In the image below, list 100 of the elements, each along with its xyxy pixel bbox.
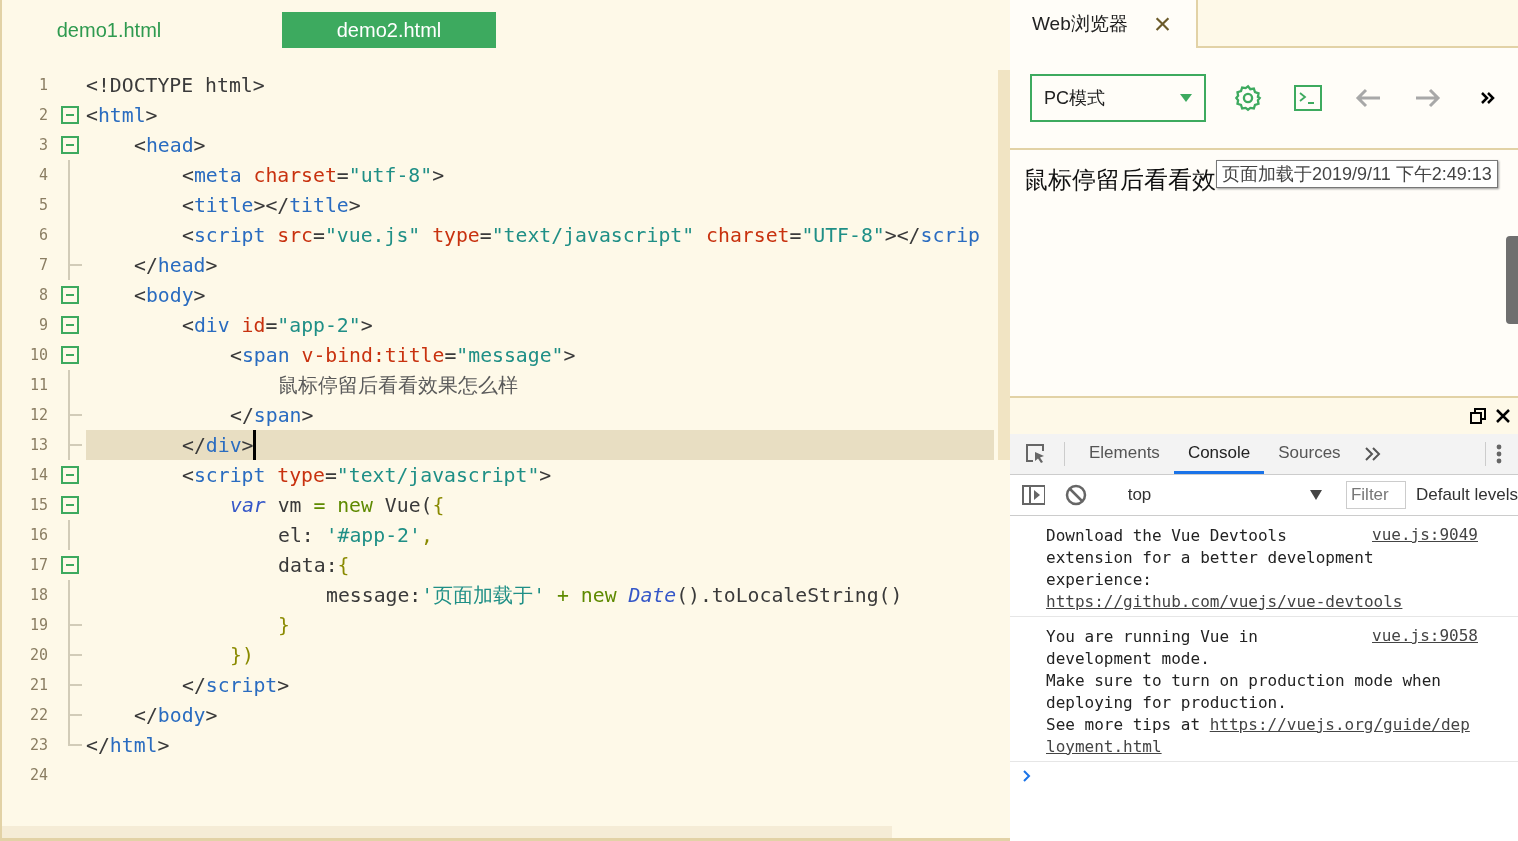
fold-toggle-icon[interactable] bbox=[61, 346, 79, 364]
fold-line bbox=[68, 520, 70, 550]
fold-toggle-icon[interactable] bbox=[61, 496, 79, 514]
code-line: el: '#app-2', bbox=[278, 522, 433, 549]
line-number: 4 bbox=[37, 166, 48, 184]
code-line: </body> bbox=[134, 702, 218, 729]
devtools-tab[interactable]: Sources bbox=[1264, 434, 1355, 474]
sidebar-toggle-icon bbox=[1022, 485, 1046, 505]
message-text: You are running Vue in bbox=[1046, 626, 1258, 646]
close-button[interactable]: × bbox=[1153, 9, 1172, 39]
code-line: <body> bbox=[134, 282, 206, 309]
code-line: <script type="text/javascript"> bbox=[182, 462, 552, 489]
fold-end-line bbox=[68, 250, 82, 280]
code-line: message:'页面加载于' + new Date().toLocaleString() bbox=[326, 582, 903, 609]
fold-toggle-icon[interactable] bbox=[61, 466, 79, 484]
forward-arrow-icon bbox=[1414, 87, 1442, 109]
horizontal-scrollbar[interactable] bbox=[2, 826, 892, 838]
code-line: } bbox=[278, 612, 290, 639]
line-number: 5 bbox=[37, 196, 48, 214]
line-number: 21 bbox=[28, 676, 48, 694]
line-number: 10 bbox=[28, 346, 48, 364]
fold-toggle-icon[interactable] bbox=[61, 286, 79, 304]
message-text: extension for a better development bbox=[1046, 547, 1374, 567]
side-handle[interactable] bbox=[1506, 236, 1518, 324]
line-number: 23 bbox=[28, 736, 48, 754]
fold-end-line bbox=[68, 670, 82, 700]
dropdown-caret-icon bbox=[1180, 94, 1192, 102]
code-line: <title></title> bbox=[182, 192, 361, 219]
message-link[interactable]: https://github.com/vuejs/vue-devtools bbox=[1046, 591, 1403, 611]
line-number: 14 bbox=[28, 466, 48, 484]
text-cursor bbox=[253, 430, 257, 460]
code-line: </div> bbox=[182, 432, 254, 459]
code-line: <div id="app-2"> bbox=[182, 312, 373, 339]
settings-icon bbox=[1234, 84, 1262, 112]
code-line: <head> bbox=[134, 132, 206, 159]
tooltip: 页面加载于2019/9/11 下午2:49:13 bbox=[1216, 160, 1498, 188]
line-number: 16 bbox=[28, 526, 48, 544]
fold-end-line bbox=[68, 400, 82, 430]
code-line: <!DOCTYPE html> bbox=[86, 72, 265, 99]
line-number: 15 bbox=[28, 496, 48, 514]
line-number: 7 bbox=[37, 256, 48, 274]
line-number: 1 bbox=[37, 76, 48, 94]
code-line: data:{ bbox=[278, 552, 350, 579]
line-number: 11 bbox=[28, 376, 48, 394]
code-line: </script> bbox=[182, 672, 290, 699]
prompt-icon bbox=[1022, 769, 1032, 783]
mode-select[interactable]: PC模式 bbox=[1030, 74, 1206, 122]
filter-field[interactable]: Filter bbox=[1345, 481, 1406, 509]
line-number: 24 bbox=[28, 766, 48, 784]
line-number: 13 bbox=[28, 436, 48, 454]
terminal-icon bbox=[1294, 85, 1322, 111]
fold-toggle-icon[interactable] bbox=[61, 136, 79, 154]
page-text: 鼠标停留后看看效 bbox=[1024, 166, 1216, 194]
dropdown-caret-icon bbox=[1309, 490, 1322, 500]
message-link[interactable]: loyment.html bbox=[1046, 736, 1162, 756]
line-number: 6 bbox=[37, 226, 48, 244]
message-text: Download the Vue Devtools bbox=[1046, 525, 1287, 545]
more-icon bbox=[1481, 92, 1495, 104]
fold-toggle-icon[interactable] bbox=[61, 316, 79, 334]
line-number: 3 bbox=[37, 136, 48, 154]
source-link[interactable]: vue.js:9058 bbox=[1372, 625, 1478, 647]
vertical-scrollbar[interactable] bbox=[998, 70, 1010, 460]
source-link[interactable]: vue.js:9049 bbox=[1372, 524, 1478, 546]
browser-tab[interactable]: Web浏览器 × bbox=[1010, 0, 1198, 48]
message-text: See more tips at bbox=[1046, 714, 1201, 734]
code-line: <meta charset="utf-8"> bbox=[182, 162, 445, 189]
fold-line bbox=[68, 580, 70, 610]
devtools-tab[interactable]: Elements bbox=[1075, 434, 1174, 474]
close-icon bbox=[1496, 409, 1510, 423]
code-line: </span> bbox=[230, 402, 314, 429]
code-line: <script src="vue.js" type="text/javascript" charset="UTF-8"></scrip bbox=[182, 222, 981, 249]
fold-toggle-icon[interactable] bbox=[61, 106, 79, 124]
fold-end-line bbox=[68, 640, 82, 670]
message-link[interactable]: https://vuejs.org/guide/dep bbox=[1209, 714, 1470, 734]
fold-end-line bbox=[68, 610, 82, 640]
fold-toggle-icon[interactable] bbox=[61, 556, 79, 574]
undock-icon bbox=[1470, 408, 1486, 424]
message-text: development mode. bbox=[1046, 648, 1210, 668]
more-tabs-icon bbox=[1364, 447, 1381, 461]
line-number: 20 bbox=[28, 646, 48, 664]
context-select[interactable]: top bbox=[1127, 485, 1336, 505]
kebab-menu-icon bbox=[1496, 444, 1502, 464]
tab-title: Web浏览器 bbox=[1032, 12, 1128, 36]
back-arrow-icon bbox=[1354, 87, 1382, 109]
message-text: experience: bbox=[1046, 569, 1152, 589]
line-number: 12 bbox=[28, 406, 48, 424]
fold-line bbox=[68, 370, 70, 400]
code-line: <span v-bind:title="message"> bbox=[230, 342, 576, 369]
code-line: <html> bbox=[86, 102, 158, 129]
levels-dropdown[interactable]: Default levels bbox=[1415, 485, 1518, 505]
fold-end-line bbox=[68, 430, 82, 460]
line-number: 8 bbox=[37, 286, 48, 304]
code-line: }) bbox=[230, 642, 254, 669]
clear-icon bbox=[1065, 484, 1087, 506]
code-line: 鼠标停留后看看效果怎么样 bbox=[278, 372, 518, 399]
line-number: 19 bbox=[28, 616, 48, 634]
code-line: var vm = new Vue({ bbox=[230, 492, 445, 519]
line-number: 2 bbox=[37, 106, 48, 124]
code-line: </head> bbox=[134, 252, 218, 279]
line-number: 18 bbox=[28, 586, 48, 604]
